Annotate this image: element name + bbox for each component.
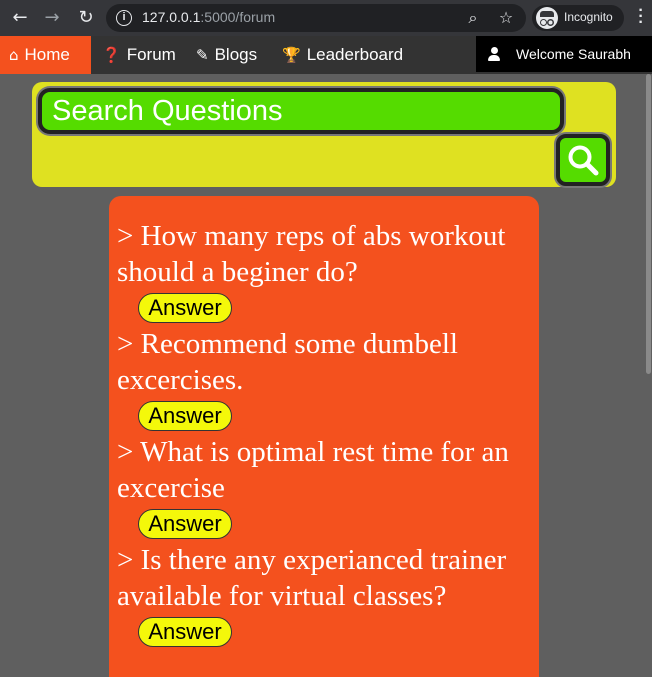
nav-forum-label: Forum: [126, 45, 176, 64]
search-panel: Search Questions: [32, 82, 616, 187]
answer-button[interactable]: Answer: [138, 617, 232, 647]
question-text: > Is there any experianced trainer avail…: [117, 544, 507, 612]
site-info-icon[interactable]: i: [116, 10, 132, 26]
url-host: 127.0.0.1: [142, 9, 201, 25]
search-input[interactable]: Search Questions: [38, 88, 564, 134]
answer-button[interactable]: Answer: [138, 509, 232, 539]
search-button[interactable]: [556, 134, 610, 186]
questions-card: > How many reps of abs workout should a …: [109, 196, 539, 677]
question-text: > What is optimal rest time for an excer…: [117, 436, 509, 504]
reload-icon[interactable]: ↻: [74, 6, 98, 30]
url-path: :5000/forum: [200, 9, 276, 25]
trophy-icon: 🏆: [282, 46, 301, 64]
address-bar[interactable]: i 127.0.0.1:5000/forum ⌕ ☆: [106, 4, 526, 32]
question-text: > How many reps of abs workout should a …: [117, 220, 506, 288]
url-text: 127.0.0.1:5000/forum: [142, 9, 275, 25]
blog-icon: ✎: [196, 46, 209, 64]
nav-forum[interactable]: ❓ Forum: [102, 36, 176, 74]
welcome-user[interactable]: Welcome Saurabh: [476, 36, 652, 72]
scrollbar-thumb[interactable]: [646, 74, 651, 374]
zoom-icon[interactable]: ⌕: [462, 7, 484, 29]
question-item: > How many reps of abs workout should a …: [117, 218, 527, 323]
home-icon: ⌂: [9, 46, 19, 64]
nav-leaderboard[interactable]: 🏆 Leaderboard: [282, 36, 403, 74]
back-arrow-icon[interactable]: ←: [8, 6, 32, 30]
nav-home[interactable]: ⌂ Home: [0, 36, 91, 74]
nav-leaderboard-label: Leaderboard: [306, 45, 404, 64]
incognito-label: Incognito: [564, 10, 613, 24]
page-scrollbar[interactable]: [645, 74, 652, 677]
question-text: > Recommend some dumbell excercises.: [117, 328, 458, 396]
nav-home-label: Home: [24, 45, 70, 64]
nav-blogs-label: Blogs: [214, 45, 258, 64]
user-icon: [488, 47, 500, 61]
question-list: > How many reps of abs workout should a …: [117, 218, 527, 650]
answer-button[interactable]: Answer: [138, 293, 232, 323]
incognito-icon: [536, 7, 558, 29]
question-item: > What is optimal rest time for an excer…: [117, 434, 527, 539]
incognito-badge[interactable]: Incognito: [532, 5, 624, 31]
answer-button[interactable]: Answer: [138, 401, 232, 431]
star-icon[interactable]: ☆: [495, 7, 517, 29]
forward-arrow-icon[interactable]: →: [40, 6, 64, 30]
search-icon: [568, 145, 599, 176]
search-placeholder: Search Questions: [52, 95, 283, 127]
question-item: > Recommend some dumbell excercises. Ans…: [117, 326, 527, 431]
nav-blogs[interactable]: ✎ Blogs: [196, 36, 257, 74]
welcome-label: Welcome Saurabh: [516, 46, 631, 62]
question-circle-icon: ❓: [102, 46, 121, 64]
question-item: > Is there any experianced trainer avail…: [117, 542, 527, 647]
browser-menu-icon[interactable]: · · ·: [636, 3, 646, 31]
browser-toolbar: ← → ↻ i 127.0.0.1:5000/forum ⌕ ☆ Incogni…: [0, 0, 652, 36]
